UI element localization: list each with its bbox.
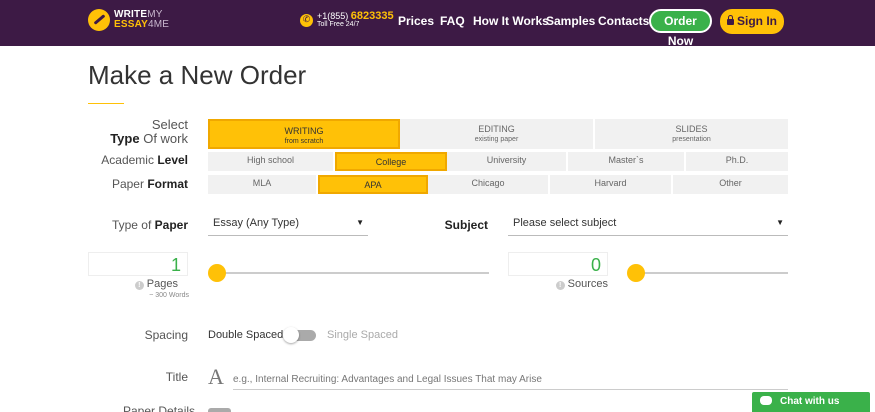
pen-logo-icon [88, 9, 110, 31]
title-underline [88, 103, 124, 104]
type-of-paper-label: Type of Paper [111, 218, 188, 232]
option-writing[interactable]: WRITING from scratch [208, 119, 400, 149]
single-spaced-label[interactable]: Single Spaced [327, 329, 398, 341]
paper-format-selector: MLA APA Chicago Harvard Other [208, 175, 788, 194]
logo-wordmark: WRITEMY ESSAY4ME [114, 9, 170, 30]
chat-bubble-icon [760, 396, 772, 405]
nav-contacts[interactable]: Contacts [598, 14, 649, 28]
format-other[interactable]: Other [673, 175, 788, 194]
sources-slider-thumb[interactable] [627, 264, 645, 282]
sources-slider-track[interactable] [637, 272, 788, 274]
option-slides[interactable]: SLIDES presentation [595, 119, 788, 149]
format-apa[interactable]: APA [318, 175, 428, 194]
level-masters[interactable]: Master`s [568, 152, 686, 171]
level-college[interactable]: College [335, 152, 447, 171]
chat-with-us-button[interactable]: Chat with us [752, 392, 870, 412]
phone-icon: ✆ [300, 13, 313, 27]
phone-contact[interactable]: ✆ +1(855) 6823335 Toll Free 24/7 [300, 11, 394, 29]
site-header: WRITEMY ESSAY4ME ✆ +1(855) 6823335 Toll … [0, 0, 875, 48]
order-now-button[interactable]: Order Now [649, 9, 712, 48]
spacing-toggle[interactable] [283, 327, 316, 343]
subject-select[interactable]: Please select subject ▼ [508, 212, 788, 236]
nav-how-it-works[interactable]: How It Works [473, 14, 549, 28]
double-spaced-label[interactable]: Double Spaced [208, 329, 283, 341]
paper-details-label: Paper Details [123, 404, 196, 412]
level-phd[interactable]: Ph.D. [686, 152, 788, 171]
pages-slider-track[interactable] [217, 272, 489, 274]
format-harvard[interactable]: Harvard [550, 175, 673, 194]
title-input[interactable] [233, 370, 788, 390]
sources-caption: ! Sources [508, 278, 608, 290]
info-icon[interactable]: ! [555, 281, 565, 290]
academic-level-selector: High school College University Master`s … [208, 152, 788, 171]
toggle-knob [283, 327, 299, 343]
level-university[interactable]: University [447, 152, 568, 171]
page-title: Make a New Order [88, 60, 307, 90]
format-chicago[interactable]: Chicago [428, 175, 550, 194]
paper-details-toggle[interactable] [208, 408, 231, 412]
pages-caption: ! Pages [88, 278, 178, 290]
spacing-label: Spacing [144, 328, 188, 342]
format-mla[interactable]: MLA [208, 175, 318, 194]
level-high-school[interactable]: High school [208, 152, 335, 171]
nav-prices[interactable]: Prices [398, 14, 434, 28]
title-label: Title [165, 370, 188, 384]
subject-label: Subject [444, 218, 488, 232]
info-icon[interactable]: ! [134, 281, 144, 290]
dropdown-caret-icon: ▼ [356, 218, 364, 227]
option-editing[interactable]: EDITING existing paper [400, 119, 595, 149]
nav-samples[interactable]: Samples [546, 14, 595, 28]
sources-counter[interactable]: 0 [508, 252, 608, 276]
text-font-icon: A [208, 364, 224, 389]
dropdown-caret-icon: ▼ [776, 218, 784, 227]
sign-in-button[interactable]: Sign In [720, 9, 784, 34]
type-of-work-label: Select Type Of work [110, 117, 188, 146]
academic-level-label: Academic Level [101, 153, 188, 167]
paper-format-label: Paper Format [111, 177, 188, 191]
pages-word-count: ~ 300 Words [149, 292, 189, 299]
pages-slider-thumb[interactable] [208, 264, 226, 282]
type-of-work-selector: WRITING from scratch EDITING existing pape… [208, 119, 788, 149]
lock-icon [727, 15, 734, 25]
nav-faq[interactable]: FAQ [440, 14, 465, 28]
phone-number: +1(855) 6823335 [317, 10, 394, 22]
type-of-paper-select[interactable]: Essay (Any Type) ▼ [208, 212, 368, 236]
site-logo[interactable]: WRITEMY ESSAY4ME [88, 9, 169, 31]
pages-counter[interactable]: 1 [88, 252, 188, 276]
phone-subtitle: Toll Free 24/7 [317, 21, 360, 28]
